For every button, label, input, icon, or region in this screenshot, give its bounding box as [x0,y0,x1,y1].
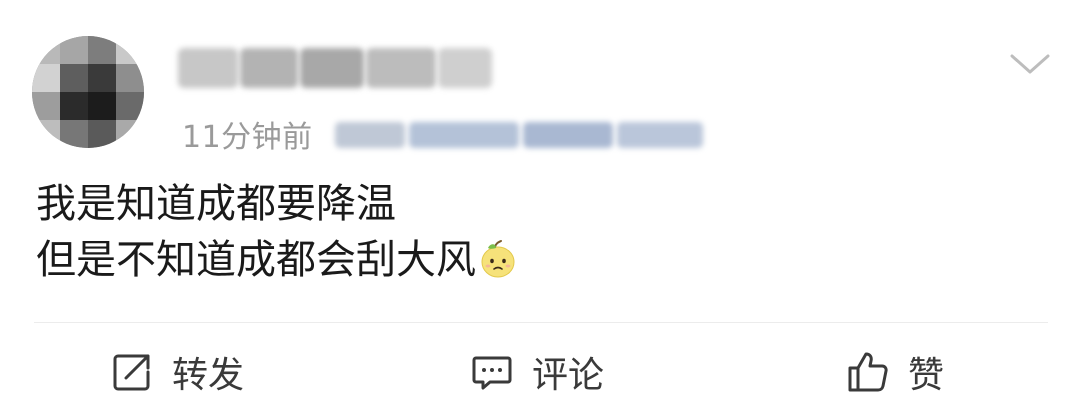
redaction-block [366,48,436,88]
repost-label: 转发 [172,355,245,396]
comment-label: 评论 [532,355,605,396]
post-meta: 11分钟前 [182,110,705,158]
username-redacted[interactable] [178,40,498,96]
post-content[interactable]: 我是知道成都要降温 但是不知道成都会刮大风 [36,176,1036,288]
redaction-block [408,122,519,148]
content-line: 但是不知道成都会刮大风 [36,237,476,283]
avatar-pixel [116,64,144,92]
avatar-pixel [60,64,88,92]
avatar-pixel [60,36,88,64]
like-label: 赞 [908,355,945,396]
content-line: 我是知道成都要降温 [36,181,396,227]
avatar-pixel [32,36,60,64]
comment-button[interactable]: 评论 [470,340,604,404]
repost-button[interactable]: 转发 [110,340,244,404]
redaction-block [300,48,364,88]
avatar-pixel [32,64,60,92]
redaction-block [334,122,405,148]
avatar-pixel [116,120,144,148]
avatar-pixel [32,92,60,120]
post-card: 11分钟前 我是知道成都要降温 但是不知道成都会刮大风 转发 评论 赞 [0,0,1080,412]
content-line-with-emoji: 但是不知道成都会刮大风 [36,232,1036,288]
chevron-down-icon[interactable] [1008,50,1052,78]
avatar-pixel [116,92,144,120]
avatar-pixel [32,120,60,148]
action-bar: 转发 评论 赞 [0,340,1080,404]
redaction-block [438,48,492,88]
post-time: 11分钟前 [182,120,313,155]
divider [34,322,1048,323]
source-redacted[interactable] [334,114,705,154]
avatar-pixel [60,92,88,120]
comment-icon [472,356,512,390]
avatar[interactable] [32,36,144,148]
avatar-pixel [88,120,116,148]
avatar-pixel [88,64,116,92]
avatar-pixel [88,36,116,64]
thumbs-up-icon [848,352,888,392]
share-icon [113,354,150,391]
like-button[interactable]: 赞 [846,340,944,404]
redaction-block [522,122,613,148]
pear-face-emoji [481,240,515,278]
avatar-pixel [88,92,116,120]
avatar-pixel [60,120,88,148]
avatar-pixel [116,36,144,64]
redaction-block [616,122,703,148]
redaction-block [178,48,238,88]
redaction-block [240,48,298,88]
